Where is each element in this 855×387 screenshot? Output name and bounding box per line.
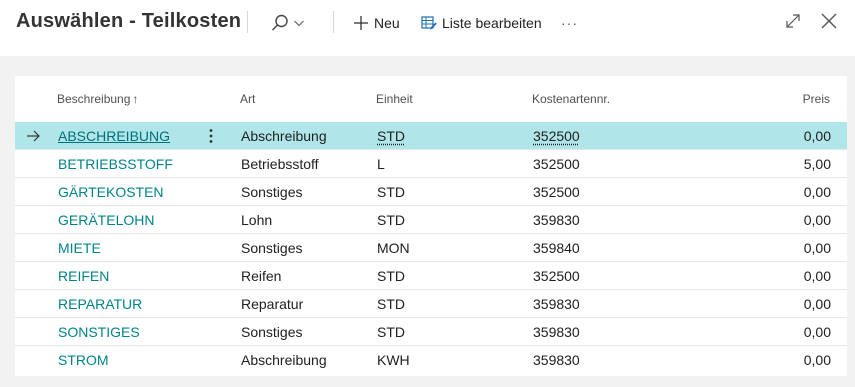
unit-cell: MON bbox=[377, 240, 410, 256]
table-row[interactable]: REPARATUR Reparatur STD 359830 0,00 bbox=[15, 290, 847, 318]
price-cell: 5,00 bbox=[803, 156, 831, 172]
edit-list-label: Liste bearbeiten bbox=[442, 15, 542, 31]
plus-icon bbox=[353, 15, 369, 31]
search-icon bbox=[270, 13, 290, 33]
table-row[interactable]: BETRIEBSSTOFF Betriebsstoff L 352500 5,0… bbox=[15, 150, 847, 178]
description-link[interactable]: STROM bbox=[58, 352, 109, 368]
price-cell: 0,00 bbox=[803, 240, 831, 256]
price-cell: 0,00 bbox=[803, 212, 831, 228]
description-link[interactable]: SONSTIGES bbox=[58, 324, 140, 340]
column-header-account[interactable]: Kostenartennr. bbox=[532, 92, 610, 106]
chevron-down-icon bbox=[293, 17, 305, 29]
table-body: ABSCHREIBUNG Abschreibung STD 352500 0,0… bbox=[15, 122, 847, 374]
column-header-description-label: Beschreibung bbox=[57, 92, 131, 106]
description-link[interactable]: GÄRTEKOSTEN bbox=[58, 184, 164, 200]
account-cell[interactable]: 352500 bbox=[533, 128, 580, 144]
description-link[interactable]: GERÄTELOHN bbox=[58, 212, 154, 228]
column-header-unit[interactable]: Einheit bbox=[376, 92, 413, 106]
account-cell: 352500 bbox=[533, 268, 580, 284]
price-cell: 0,00 bbox=[803, 352, 831, 368]
price-cell: 0,00 bbox=[803, 268, 831, 284]
kebab-menu-icon[interactable] bbox=[204, 127, 218, 145]
table-row[interactable]: MIETE Sonstiges MON 359840 0,00 bbox=[15, 234, 847, 262]
edit-list-button[interactable]: Liste bearbeiten bbox=[421, 12, 542, 34]
price-cell: 0,00 bbox=[803, 296, 831, 312]
page-header: Auswählen - Teilkosten Neu Liste bearbei… bbox=[0, 0, 855, 56]
description-link[interactable]: REIFEN bbox=[58, 268, 109, 284]
search-button[interactable] bbox=[270, 12, 305, 34]
expand-icon bbox=[784, 12, 802, 35]
table-row[interactable]: STROM Abschreibung KWH 359830 0,00 bbox=[15, 346, 847, 374]
type-cell: Sonstiges bbox=[241, 240, 303, 256]
new-button-label: Neu bbox=[374, 15, 400, 31]
type-cell: Reparatur bbox=[241, 296, 304, 312]
close-icon bbox=[820, 12, 838, 35]
unit-cell: L bbox=[377, 156, 385, 172]
unit-cell: STD bbox=[377, 324, 405, 340]
type-cell: Lohn bbox=[241, 212, 273, 228]
table-row[interactable]: ABSCHREIBUNG Abschreibung STD 352500 0,0… bbox=[15, 122, 847, 150]
column-header-price[interactable]: Preis bbox=[803, 92, 830, 106]
toolbar-divider bbox=[247, 11, 248, 33]
description-link[interactable]: REPARATUR bbox=[58, 296, 142, 312]
table-row[interactable]: GÄRTEKOSTEN Sonstiges STD 352500 0,00 bbox=[15, 178, 847, 206]
unit-cell: KWH bbox=[377, 352, 410, 368]
arrow-right-icon bbox=[26, 129, 40, 146]
account-cell: 359840 bbox=[533, 240, 580, 256]
account-cell: 352500 bbox=[533, 156, 580, 172]
account-cell: 352500 bbox=[533, 184, 580, 200]
sort-ascending-icon: ↑ bbox=[132, 92, 139, 106]
unit-cell: STD bbox=[377, 296, 405, 312]
more-options-button[interactable]: ··· bbox=[561, 12, 578, 34]
price-cell: 0,00 bbox=[803, 324, 831, 340]
column-header-type[interactable]: Art bbox=[240, 92, 255, 106]
unit-cell: STD bbox=[377, 212, 405, 228]
description-link[interactable]: BETRIEBSSTOFF bbox=[58, 156, 173, 172]
table-row[interactable]: SONSTIGES Sonstiges STD 359830 0,00 bbox=[15, 318, 847, 346]
account-cell: 359830 bbox=[533, 324, 580, 340]
account-cell: 359830 bbox=[533, 352, 580, 368]
close-button[interactable] bbox=[818, 12, 840, 34]
column-header-description[interactable]: Beschreibung ↑ bbox=[57, 92, 138, 106]
account-cell: 359830 bbox=[533, 296, 580, 312]
expand-button[interactable] bbox=[782, 12, 804, 34]
unit-cell[interactable]: STD bbox=[377, 128, 405, 144]
page-content: Beschreibung ↑ Art Einheit Kostenartennr.… bbox=[0, 56, 855, 387]
toolbar-divider bbox=[333, 11, 334, 33]
description-link[interactable]: ABSCHREIBUNG bbox=[58, 128, 170, 144]
type-cell: Reifen bbox=[241, 268, 282, 284]
list-panel: Beschreibung ↑ Art Einheit Kostenartennr.… bbox=[15, 76, 847, 376]
unit-cell: STD bbox=[377, 268, 405, 284]
table-header: Beschreibung ↑ Art Einheit Kostenartennr.… bbox=[15, 76, 847, 122]
unit-cell: STD bbox=[377, 184, 405, 200]
page-title: Auswählen - Teilkosten bbox=[16, 10, 242, 32]
type-cell: Sonstiges bbox=[241, 324, 303, 340]
table-row[interactable]: GERÄTELOHN Lohn STD 359830 0,00 bbox=[15, 206, 847, 234]
new-button[interactable]: Neu bbox=[353, 12, 400, 34]
account-cell: 359830 bbox=[533, 212, 580, 228]
type-cell: Sonstiges bbox=[241, 184, 303, 200]
type-cell: Abschreibung bbox=[241, 352, 327, 368]
type-cell: Abschreibung bbox=[241, 128, 327, 144]
table-row[interactable]: REIFEN Reifen STD 352500 0,00 bbox=[15, 262, 847, 290]
description-link[interactable]: MIETE bbox=[58, 240, 101, 256]
edit-list-icon bbox=[421, 15, 437, 31]
type-cell: Betriebsstoff bbox=[241, 156, 319, 172]
price-cell: 0,00 bbox=[803, 128, 831, 144]
price-cell: 0,00 bbox=[803, 184, 831, 200]
